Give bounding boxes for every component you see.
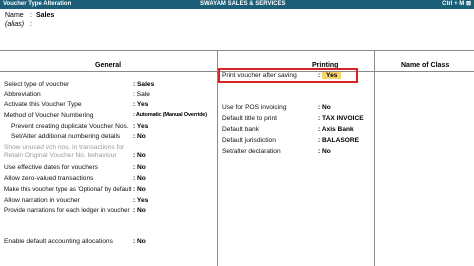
numbering-method-label: Method of Voucher Numbering [4, 112, 94, 119]
additional-numbering-value[interactable]: : No [133, 133, 146, 140]
select-type-label: Select type of voucher [4, 81, 70, 88]
name-label: Name [5, 12, 24, 19]
prevent-duplicate-label: Prevent creating duplicate Voucher Nos. [11, 123, 129, 130]
numbering-method-value[interactable]: : Automatic (Manual Override) [133, 112, 207, 118]
default-jurisdiction-value[interactable]: : BALASORE [318, 137, 359, 144]
company-name: SWAYAM SALES & SERVICES [200, 1, 286, 7]
optional-default-value[interactable]: : No [133, 186, 146, 193]
set-alter-declaration-label: Set/alter declaration [222, 148, 281, 155]
abbreviation-value[interactable]: : Sale [133, 91, 150, 98]
optional-default-label: Make this voucher type as 'Optional' by … [4, 186, 132, 193]
general-heading: General [95, 62, 122, 69]
show-unused-label: Show unused vch nos. in transactions for [4, 144, 125, 151]
name-colon: : [30, 12, 32, 19]
ledger-narration-value[interactable]: : No [133, 207, 146, 214]
show-unused-label-2: Retain Original Voucher No. behaviour [4, 152, 117, 159]
zero-valued-label: Allow zero-valued transactions [4, 175, 94, 182]
title-bar: Voucher Type Alteration SWAYAM SALES & S… [0, 0, 474, 9]
allow-narration-label: Allow narration in voucher [4, 197, 80, 204]
name-field[interactable]: Sales [36, 12, 54, 19]
alias-label: (alias) [5, 21, 25, 28]
pos-invoicing-value[interactable]: : No [318, 104, 331, 111]
show-unused-value[interactable]: : No [133, 152, 146, 159]
default-title-label: Default title to print [222, 115, 277, 122]
default-allocations-value[interactable]: : No [133, 238, 146, 245]
effective-dates-value[interactable]: : No [133, 164, 146, 171]
allow-narration-value[interactable]: : Yes [133, 197, 148, 204]
print-after-saving-value[interactable]: : Yes [318, 72, 342, 79]
abbreviation-label: Abbreviation [4, 91, 41, 98]
close-button[interactable]: Ctrl + M ⊠ [442, 0, 471, 9]
name-of-class-area[interactable] [376, 75, 472, 255]
zero-valued-value[interactable]: : No [133, 175, 146, 182]
default-allocations-label: Enable default accounting allocations [4, 238, 113, 245]
additional-numbering-label: Set/Alter additional numbering details [11, 133, 121, 140]
column-divider-2 [374, 50, 375, 266]
prevent-duplicate-value[interactable]: : Yes [133, 123, 148, 130]
default-bank-value[interactable]: : Axis Bank [318, 126, 354, 133]
ledger-narration-label: Provide narrations for each ledger in vo… [4, 207, 130, 214]
default-jurisdiction-label: Default jurisdiction [222, 137, 276, 144]
activate-label: Activate this Voucher Type [4, 101, 82, 108]
default-title-value[interactable]: : TAX INVOICE [318, 115, 364, 122]
select-type-value[interactable]: : Sales [133, 81, 154, 88]
name-of-class-heading: Name of Class [401, 62, 450, 69]
effective-dates-label: Use effective dates for vouchers [4, 164, 99, 171]
window-title: Voucher Type Alteration [3, 1, 72, 7]
pos-invoicing-label: Use for POS invoicing [222, 104, 287, 111]
alias-colon: : [30, 21, 32, 28]
print-after-saving-label: Print voucher after saving [222, 72, 297, 79]
default-bank-label: Default bank [222, 126, 260, 133]
activate-value[interactable]: : Yes [133, 101, 148, 108]
section-divider-top [0, 50, 474, 51]
alias-field[interactable] [36, 21, 96, 29]
set-alter-declaration-value[interactable]: : No [318, 148, 331, 155]
